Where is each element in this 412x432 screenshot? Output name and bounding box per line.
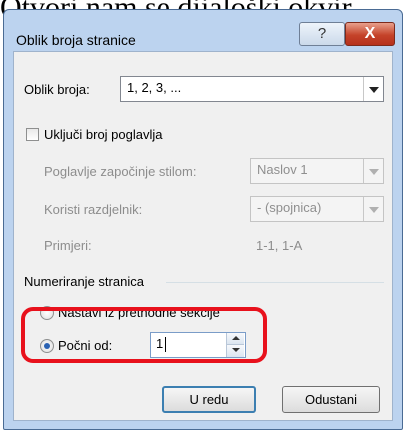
cancel-button[interactable]: Odustani xyxy=(282,386,380,413)
dialog-window: Oblik broja stranice ? X Oblik broja: 1,… xyxy=(3,9,403,430)
include-chapter-label: Uključi broj poglavlja xyxy=(44,127,163,142)
close-button[interactable]: X xyxy=(345,22,395,46)
close-icon: X xyxy=(364,25,376,42)
separator-dropdown[interactable]: - (spojnica) xyxy=(250,196,384,222)
number-format-dropdown[interactable]: 1, 2, 3, ... xyxy=(120,76,384,102)
separator-label: Koristi razdjelnik: xyxy=(44,202,143,217)
chevron-down-icon xyxy=(363,197,383,221)
number-format-value: 1, 2, 3, ... xyxy=(127,80,182,95)
red-highlight-annotation xyxy=(21,307,267,363)
chevron-down-icon xyxy=(363,159,383,183)
chapter-style-value: Naslov 1 xyxy=(257,162,308,177)
include-chapter-checkbox[interactable] xyxy=(26,128,39,141)
dialog-body: Oblik broja: 1, 2, 3, ... Uključi broj p… xyxy=(13,51,393,421)
numbering-group-label: Numeriranje stranica xyxy=(24,274,144,289)
help-button[interactable]: ? xyxy=(299,22,345,46)
dialog-title: Oblik broja stranice xyxy=(16,32,136,48)
ok-button[interactable]: U redu xyxy=(162,386,256,413)
chapter-style-label: Poglavlje započinje stilom: xyxy=(44,164,197,179)
examples-label: Primjeri: xyxy=(44,238,92,253)
separator-value: - (spojnica) xyxy=(257,200,322,215)
chevron-down-icon xyxy=(363,77,383,101)
examples-value: 1-1, 1-A xyxy=(256,238,303,253)
question-mark-icon: ? xyxy=(317,25,327,42)
group-divider xyxy=(166,282,384,283)
chapter-style-dropdown[interactable]: Naslov 1 xyxy=(250,158,384,184)
number-format-label: Oblik broja: xyxy=(24,82,90,97)
